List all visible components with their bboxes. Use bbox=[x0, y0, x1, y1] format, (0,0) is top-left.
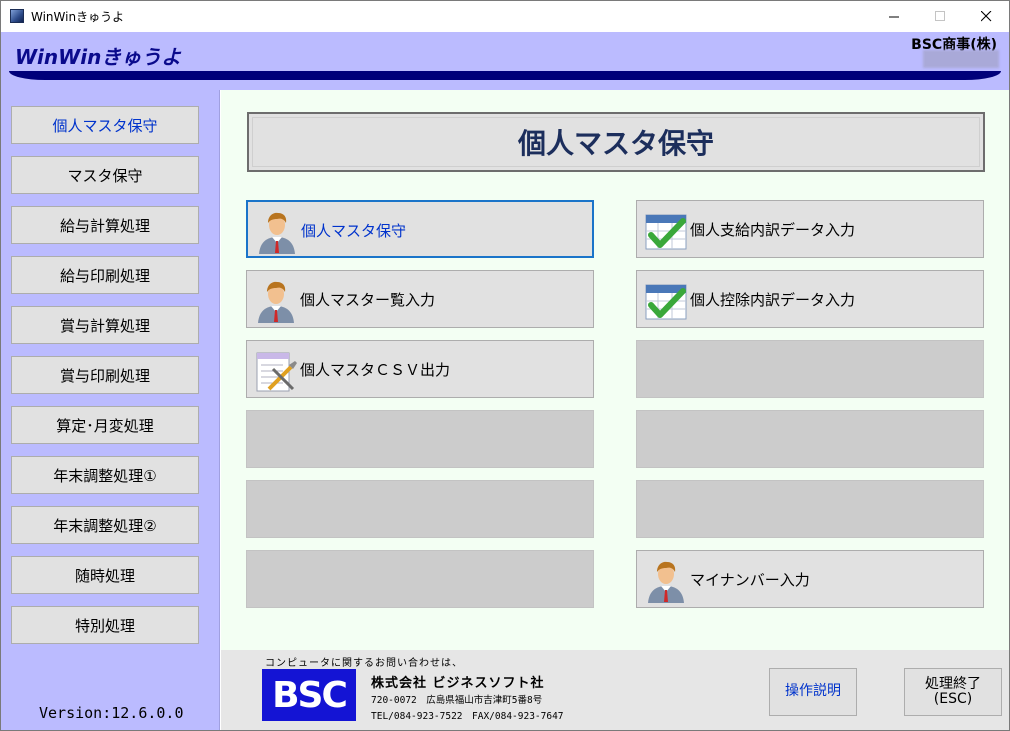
redacted-user-label bbox=[923, 50, 999, 68]
corporation-phone: TEL/084-923-7522 FAX/084-923-7647 bbox=[371, 711, 564, 722]
minimize-icon bbox=[888, 16, 899, 18]
exit-button[interactable]: 処理終了 (ESC) bbox=[904, 668, 1002, 716]
corporation-address: 720-0072 広島県福山市吉津町5番8号 bbox=[371, 695, 543, 706]
csv-tools-icon bbox=[256, 352, 297, 392]
person-icon bbox=[648, 561, 684, 603]
menu-button-label: 個人マスタ保守 bbox=[301, 222, 407, 240]
menu-button-label: 個人マスタＣＳＶ出力 bbox=[300, 361, 451, 379]
app-header: WinWinきゅうよ BSC商事(株) bbox=[1, 32, 1009, 90]
maximize-icon bbox=[934, 11, 945, 21]
calendar-check-icon bbox=[645, 284, 687, 320]
sidebar-item-salary-calc[interactable]: 給与計算処理 bbox=[11, 206, 199, 244]
sidebar-item-year-end-1[interactable]: 年末調整処理① bbox=[11, 456, 199, 494]
sidebar-item-bonus-calc[interactable]: 賞与計算処理 bbox=[11, 306, 199, 344]
footer: コンピュータに関するお問い合わせは、 BSC 株式会社 ビジネスソフト社 720… bbox=[221, 650, 1009, 730]
calendar-check-icon bbox=[645, 214, 687, 250]
logo-text: BSC bbox=[272, 674, 348, 716]
exit-button-shortcut: (ESC) bbox=[933, 691, 973, 707]
title-bar[interactable]: WinWinきゅうよ bbox=[1, 1, 1009, 32]
menu-button-my-number[interactable]: マイナンバー入力 bbox=[636, 550, 984, 608]
app-icon bbox=[10, 9, 24, 23]
sidebar-item-master-maintenance[interactable]: マスタ保守 bbox=[11, 156, 199, 194]
sidebar-item-personal-master[interactable]: 個人マスタ保守 bbox=[11, 106, 199, 144]
menu-button-label: 個人支給内訳データ入力 bbox=[690, 221, 856, 239]
menu-button-deduction-breakdown[interactable]: 個人控除内訳データ入力 bbox=[636, 270, 984, 328]
menu-button-label: 個人控除内訳データ入力 bbox=[690, 291, 856, 309]
menu-button-empty[interactable] bbox=[246, 480, 594, 538]
menu-button-label: マイナンバー入力 bbox=[690, 571, 810, 589]
app-name: WinWinきゅうよ bbox=[15, 45, 182, 69]
person-icon bbox=[258, 281, 294, 323]
menu-button-empty[interactable] bbox=[246, 410, 594, 468]
close-button[interactable] bbox=[963, 1, 1009, 32]
window-title: WinWinきゅうよ bbox=[31, 10, 125, 24]
sidebar-item-salary-print[interactable]: 給与印刷処理 bbox=[11, 256, 199, 294]
menu-button-empty[interactable] bbox=[636, 340, 984, 398]
sidebar-item-special[interactable]: 特別処理 bbox=[11, 606, 199, 644]
menu-button-personal-master-list[interactable]: 個人マスター覧入力 bbox=[246, 270, 594, 328]
menu-button-label: 個人マスター覧入力 bbox=[300, 291, 436, 309]
sidebar-item-santei-getsuhen[interactable]: 算定･月変処理 bbox=[11, 406, 199, 444]
menu-button-empty[interactable] bbox=[246, 550, 594, 608]
app-window: WinWinきゅうよ WinWinきゅうよ BSC商事(株) 個人マスタ保守 マ… bbox=[0, 0, 1010, 731]
sidebar-item-year-end-2[interactable]: 年末調整処理② bbox=[11, 506, 199, 544]
header-divider-bar bbox=[9, 71, 1001, 80]
sidebar-item-bonus-print[interactable]: 賞与印刷処理 bbox=[11, 356, 199, 394]
sidebar: 個人マスタ保守 マスタ保守 給与計算処理 給与印刷処理 賞与計算処理 賞与印刷処… bbox=[1, 90, 220, 730]
main-panel: 個人マスタ保守 個人マスタ保守 個人マスター覧入力 個人マスタＣＳＶ出力 個人支… bbox=[221, 90, 1009, 650]
maximize-button[interactable] bbox=[917, 1, 963, 32]
corporation-name: 株式会社 ビジネスソフト社 bbox=[371, 676, 545, 691]
version-label: Version:12.6.0.0 bbox=[39, 704, 184, 722]
close-icon bbox=[980, 11, 991, 22]
menu-button-empty[interactable] bbox=[636, 480, 984, 538]
sidebar-item-adhoc[interactable]: 随時処理 bbox=[11, 556, 199, 594]
menu-button-personal-master[interactable]: 個人マスタ保守 bbox=[246, 200, 594, 258]
exit-button-label: 処理終了 bbox=[925, 675, 981, 692]
menu-button-empty[interactable] bbox=[636, 410, 984, 468]
minimize-button[interactable] bbox=[871, 1, 917, 32]
help-button[interactable]: 操作説明 bbox=[769, 668, 857, 716]
person-icon bbox=[259, 212, 295, 254]
page-title: 個人マスタ保守 bbox=[247, 112, 985, 172]
menu-button-payment-breakdown[interactable]: 個人支給内訳データ入力 bbox=[636, 200, 984, 258]
contact-text: コンピュータに関するお問い合わせは、 bbox=[265, 658, 463, 669]
bsc-logo: BSC bbox=[262, 669, 356, 721]
menu-button-personal-master-csv[interactable]: 個人マスタＣＳＶ出力 bbox=[246, 340, 594, 398]
